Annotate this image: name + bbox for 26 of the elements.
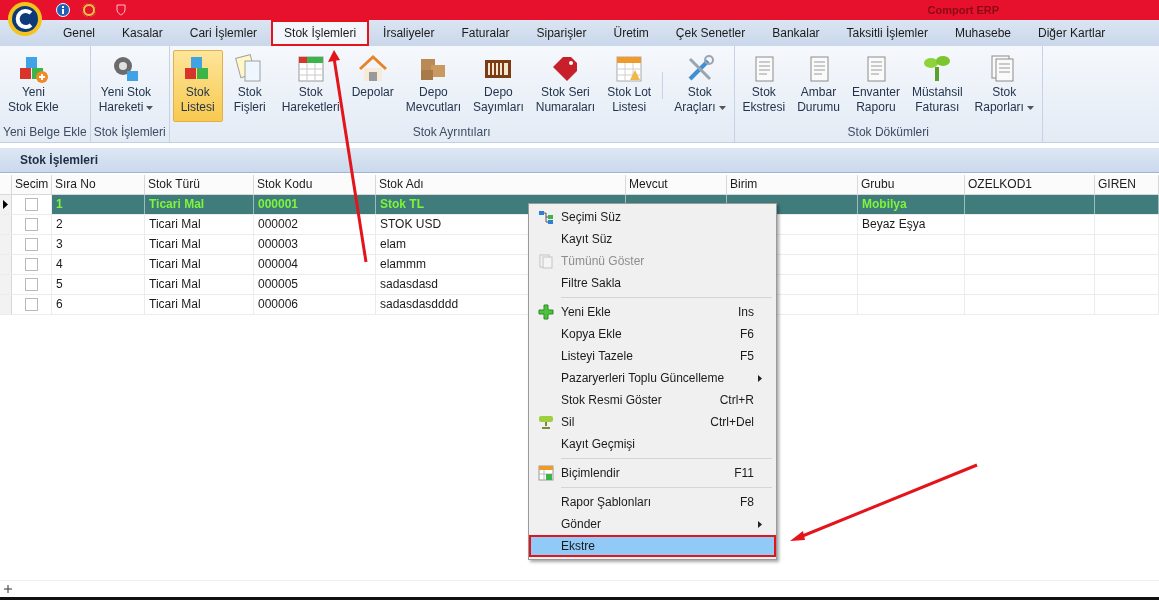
- table-cell: 000001: [254, 195, 376, 214]
- table-cell: 000005: [254, 275, 376, 294]
- table-cell: Ticari Mal: [145, 275, 254, 294]
- group-label: Stok Dökümleri: [846, 125, 930, 141]
- window-title: Comport ERP: [927, 4, 999, 16]
- table-cell: 000004: [254, 255, 376, 274]
- group-label: Yeni Belge Ekle: [3, 125, 87, 141]
- table-cell: 000006: [254, 295, 376, 314]
- table-cell: Mobilya: [858, 195, 965, 214]
- group-label: Stok Ayrıntıları: [411, 125, 492, 141]
- table-cell: Ticari Mal: [145, 255, 254, 274]
- table-cell: 4: [52, 255, 145, 274]
- table-cell: Ticari Mal: [145, 235, 254, 254]
- table-cell: Ticari Mal: [145, 195, 254, 214]
- group-label: Stok İşlemleri: [93, 125, 166, 141]
- table-cell: 5: [52, 275, 145, 294]
- table-cell: Beyaz Eşya: [858, 215, 965, 234]
- table-cell: 6: [52, 295, 145, 314]
- table-cell: 1: [52, 195, 145, 214]
- table-cell: 2: [52, 215, 145, 234]
- table-cell: 000002: [254, 215, 376, 234]
- table-cell: Ticari Mal: [145, 295, 254, 314]
- table-cell: 000003: [254, 235, 376, 254]
- panel-title: Stok İşlemleri: [20, 153, 99, 167]
- table-cell: Ticari Mal: [145, 215, 254, 234]
- table-cell: 3: [52, 235, 145, 254]
